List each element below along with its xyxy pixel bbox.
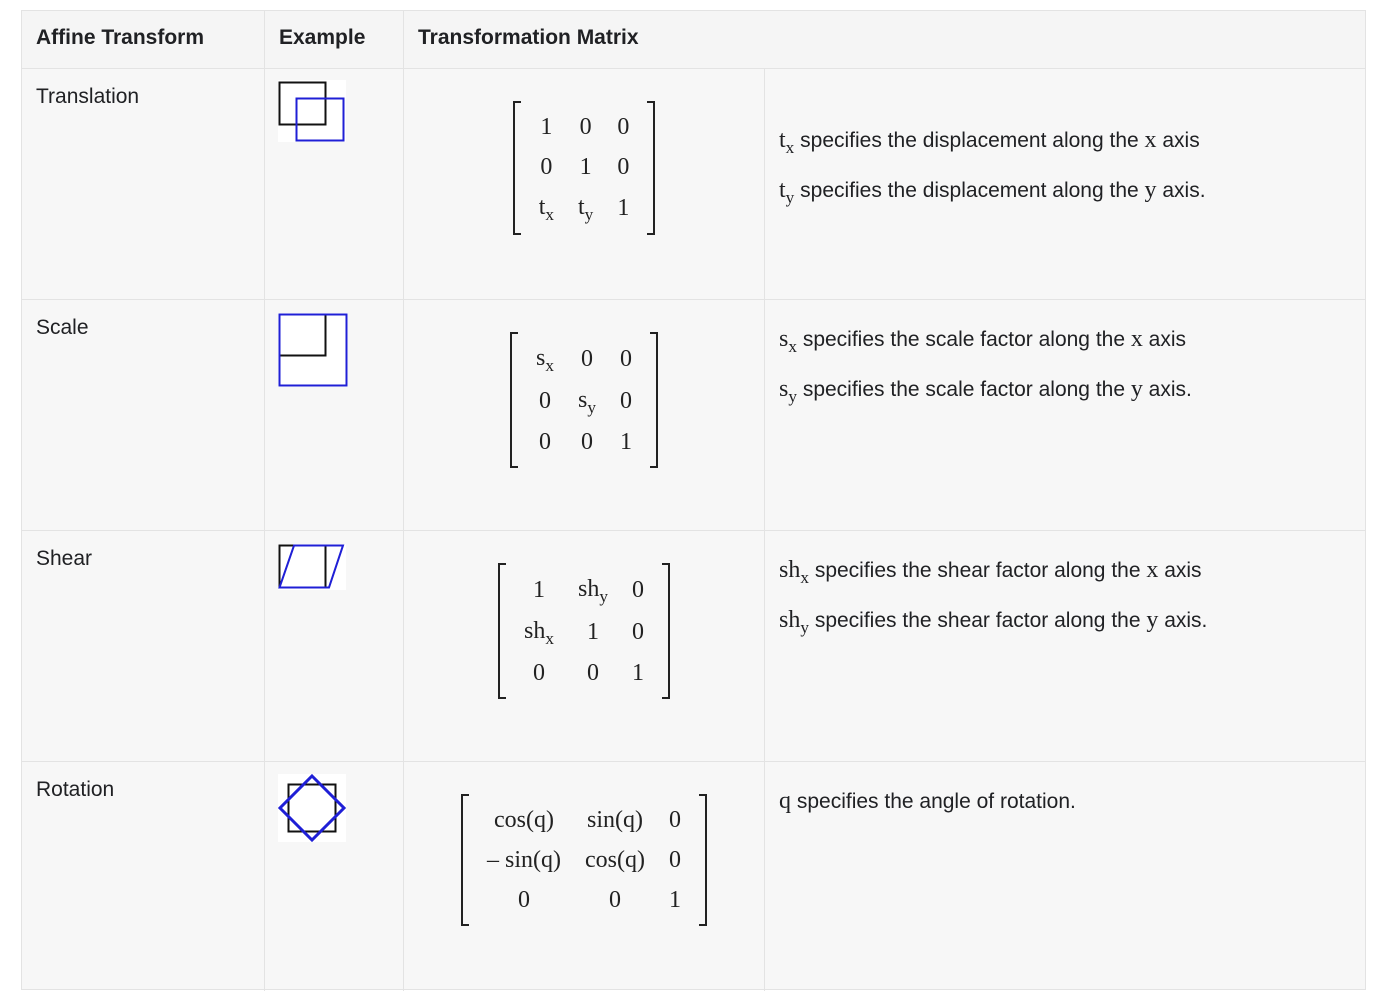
matrix-entry: 0 (668, 847, 681, 873)
example-cell (265, 531, 404, 761)
matrix-cell: 1 shy 0 shx 1 0 0 0 1 (404, 531, 765, 761)
description-line: shy specifies the shear factor along the… (779, 607, 1208, 638)
matrix-entry: 0 (579, 114, 592, 140)
transform-name: Rotation (22, 762, 265, 991)
matrix-row: – sin(q) cos(q) 0 (475, 840, 693, 880)
transformation-matrix: 1 shy 0 shx 1 0 0 0 1 (498, 563, 670, 699)
matrix-entry: 1 (579, 154, 592, 180)
transform-name: Scale (22, 300, 265, 530)
description: shx specifies the shear factor along the… (779, 546, 1207, 646)
matrix-entry: 0 (518, 887, 530, 913)
transform-name: Translation (22, 69, 265, 299)
matrix-entry: 0 (540, 154, 553, 180)
matrix-entry: 1 (586, 619, 599, 645)
description-line: tx specifies the displacement along the … (779, 127, 1200, 158)
matrix-entry: 1 (668, 887, 681, 913)
description: q specifies the angle of rotation. (779, 777, 1076, 826)
description: tx specifies the displacement along the … (779, 116, 1206, 216)
matrix-row: sx 0 0 (524, 338, 644, 380)
matrix-entry: 0 (533, 660, 545, 686)
example-cell (265, 300, 404, 530)
matrix-row: shx 1 0 (512, 611, 656, 653)
matrix-entry: – sin(q) (487, 847, 561, 873)
matrix-entry: 0 (619, 388, 632, 414)
matrix-entry: 1 (617, 195, 630, 221)
description-cell: q specifies the angle of rotation. (765, 762, 1365, 991)
matrix-entry: 0 (539, 388, 551, 414)
matrix-entry: cos(q) (585, 847, 645, 873)
description-line: sx specifies the scale factor along the … (779, 326, 1187, 357)
matrix-entry: 1 (619, 429, 632, 455)
transformation-matrix: 1 0 0 0 1 0 tx ty 1 (512, 101, 656, 235)
description-line: shx specifies the shear factor along the… (779, 557, 1202, 588)
affine-transform-table: Affine Transform Example Transformation … (21, 10, 1366, 991)
matrix-entry: shy (578, 576, 608, 607)
matrix-row: 010 (527, 147, 642, 187)
description-line: sy specifies the scale factor along the … (779, 376, 1192, 407)
matrix-cell: 1 0 0 0 1 0 tx ty 1 (404, 69, 765, 299)
matrix-entry: 0 (539, 429, 551, 455)
matrix-entry: 0 (580, 346, 593, 372)
description-cell: shx specifies the shear factor along the… (765, 531, 1365, 761)
matrix-row: 001 (524, 422, 644, 462)
matrix-row: 100 (527, 107, 642, 147)
table-row-shear: Shear 1 shy 0 shx 1 0 0 0 1 shx specifies the sh… (22, 531, 1365, 762)
description-cell: tx specifies the displacement along the … (765, 69, 1365, 299)
matrix-cell: sx 0 0 0 sy 0 0 0 1 (404, 300, 765, 530)
header-affine-transform: Affine Transform (22, 11, 265, 68)
matrix-entry: 1 (631, 660, 644, 686)
rotation-diamond-icon (278, 774, 346, 842)
matrix-entry: 0 (619, 346, 632, 372)
scale-squares-icon (278, 313, 348, 387)
matrix-entry: cos(q) (494, 807, 554, 833)
header-example: Example (265, 11, 404, 68)
matrix-entry: 1 (540, 114, 553, 140)
matrix-row: 0 0 1 (512, 653, 656, 693)
matrix-entry: 0 (668, 807, 681, 833)
transformation-matrix: cos(q) sin(q) 0 – sin(q) cos(q) 0 0 0 1 (461, 794, 707, 926)
table-row-scale: Scale sx 0 0 0 sy 0 0 0 1 sx specifies the scale… (22, 300, 1365, 531)
translation-squares-icon (278, 80, 346, 142)
matrix-entry: shx (524, 618, 554, 649)
matrix-entry: 0 (580, 429, 593, 455)
matrix-cell: cos(q) sin(q) 0 – sin(q) cos(q) 0 0 0 1 (404, 762, 765, 991)
matrix-entry: 0 (617, 154, 630, 180)
table-header-row: Affine Transform Example Transformation … (22, 11, 1365, 69)
matrix-entry: 0 (608, 887, 621, 913)
matrix-entry: 0 (617, 114, 630, 140)
table-row-rotation: Rotation cos(q) sin(q) 0 – sin(q) cos(q) 0 0 0 1… (22, 762, 1365, 991)
transformation-matrix: sx 0 0 0 sy 0 0 0 1 (510, 332, 658, 468)
description-line: q specifies the angle of rotation. (779, 788, 1076, 814)
matrix-entry: 0 (586, 660, 599, 686)
matrix-entry: sin(q) (586, 807, 643, 833)
header-transformation-matrix: Transformation Matrix (418, 26, 639, 49)
matrix-row: cos(q) sin(q) 0 (475, 800, 693, 840)
example-cell (265, 762, 404, 991)
matrix-row: 0 sy 0 (524, 380, 644, 422)
description-line: ty specifies the displacement along the … (779, 177, 1206, 208)
matrix-entry: tx (538, 194, 554, 225)
matrix-entry: sy (578, 387, 596, 418)
matrix-entry: 0 (631, 577, 644, 603)
shear-parallelogram-icon (278, 544, 346, 590)
matrix-row: tx ty 1 (527, 187, 642, 229)
matrix-entry: 0 (631, 619, 644, 645)
matrix-row: 1 shy 0 (512, 569, 656, 611)
description: sx specifies the scale factor along the … (779, 315, 1192, 415)
matrix-row: 0 0 1 (475, 880, 693, 920)
matrix-entry: 1 (533, 577, 545, 603)
example-cell (265, 69, 404, 299)
table-row-translation: Translation 1 0 0 0 1 0 tx ty 1 tx specifies the… (22, 69, 1365, 300)
matrix-entry: sx (536, 345, 554, 376)
description-cell: sx specifies the scale factor along the … (765, 300, 1365, 530)
matrix-entry: ty (578, 194, 594, 225)
transform-name: Shear (22, 531, 265, 761)
